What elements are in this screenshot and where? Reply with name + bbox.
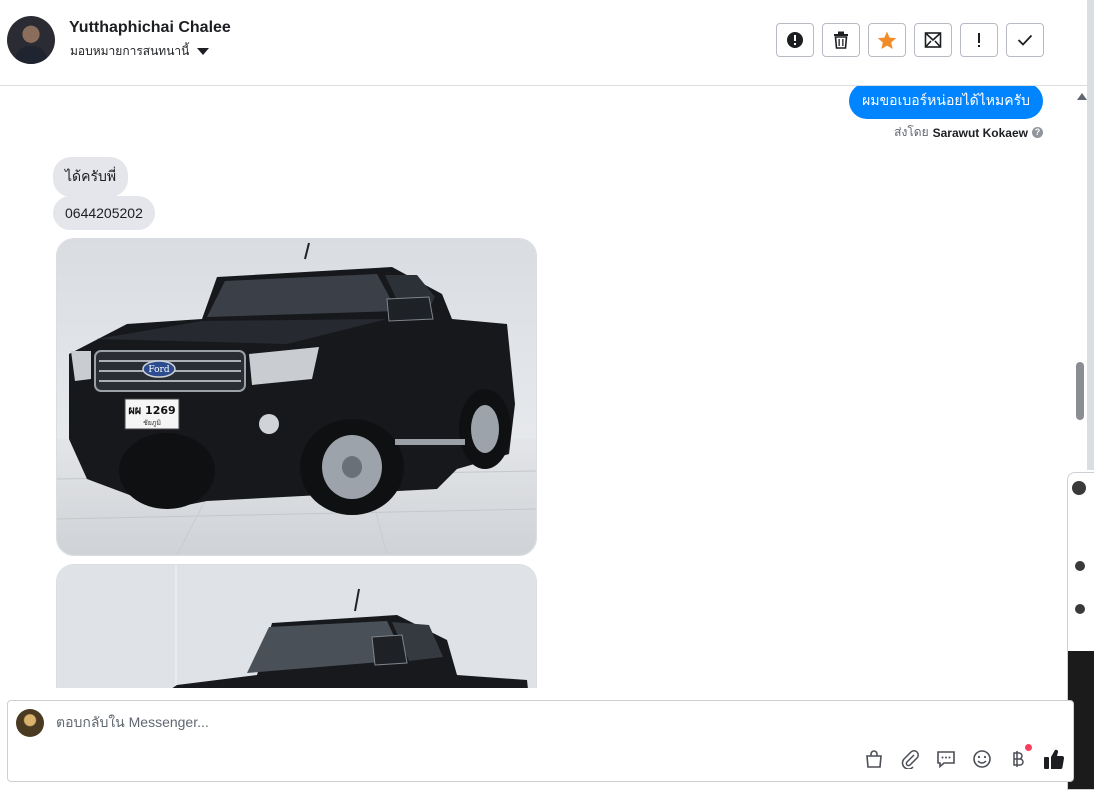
contact-name[interactable]: Yutthaphichai Chalee [69,19,231,37]
mark-unread-icon [924,32,942,48]
pickup-truck-photo [57,565,536,688]
assign-conversation-dropdown[interactable]: มอบหมายการสนทนานี้ [70,42,210,61]
reply-input[interactable] [56,714,756,730]
sent-by-line: ส่งโดย Sarawut Kokaew ? [894,123,1043,142]
exclamation-icon [978,33,980,47]
follow-up-button[interactable] [960,23,998,57]
notification-dot [1025,744,1032,751]
check-icon [1017,34,1033,46]
composer-toolbar [863,744,1065,770]
received-message-bubble[interactable]: 0644205202 [53,196,155,230]
license-plate-province: ชัยภูมิ [143,419,161,427]
mark-spam-button[interactable] [776,23,814,57]
star-icon [877,31,897,49]
avatar [1075,561,1085,571]
chevron-down-icon [197,48,210,55]
paperclip-icon[interactable] [899,748,921,770]
baht-payment-icon[interactable] [1007,744,1032,770]
star-button[interactable] [868,23,906,57]
received-message-bubble[interactable]: ได้ครับพี่ [53,157,129,197]
scroll-thumb[interactable] [1076,362,1084,420]
avatar [1072,481,1086,495]
scroll-up-arrow-icon[interactable] [1077,93,1087,100]
header-actions [776,23,1044,57]
trash-icon [834,31,848,49]
conversation-header: Yutthaphichai Chalee มอบหมายการสนทนานี้ [0,0,1087,86]
help-icon[interactable]: ? [1032,127,1043,138]
emoji-icon[interactable] [971,748,993,770]
brand-badge: Ford [148,365,169,375]
delete-button[interactable] [822,23,860,57]
avatar [1075,604,1085,614]
photo-attachment[interactable]: Ford ผผ 1269 ชัยภูมิ [56,238,537,556]
sent-message-bubble[interactable]: ผมขอเบอร์หน่อยได้ไหมครับ [849,86,1043,119]
assign-label: มอบหมายการสนทนานี้ [70,44,190,58]
message-thread: ผมขอเบอร์หน่อยได้ไหมครับ ส่งโดย Sarawut … [0,86,1074,688]
shopping-bag-icon[interactable] [863,748,885,770]
mark-unread-button[interactable] [914,23,952,57]
page-avatar [16,709,44,737]
thumbs-up-icon[interactable] [1043,748,1065,770]
sender-name: Sarawut Kokaew [932,125,1028,140]
page-scroll-track [1087,0,1094,470]
sent-by-prefix: ส่งโดย [894,125,929,139]
alert-circle-icon [787,32,803,48]
reply-composer [7,700,1074,782]
license-plate-number: ผผ 1269 [128,404,175,417]
saved-reply-icon[interactable] [935,748,957,770]
contact-avatar[interactable] [7,16,55,64]
pickup-truck-photo: Ford ผผ 1269 ชัยภูมิ [57,239,536,555]
photo-attachment[interactable] [56,564,537,688]
mark-done-button[interactable] [1006,23,1044,57]
